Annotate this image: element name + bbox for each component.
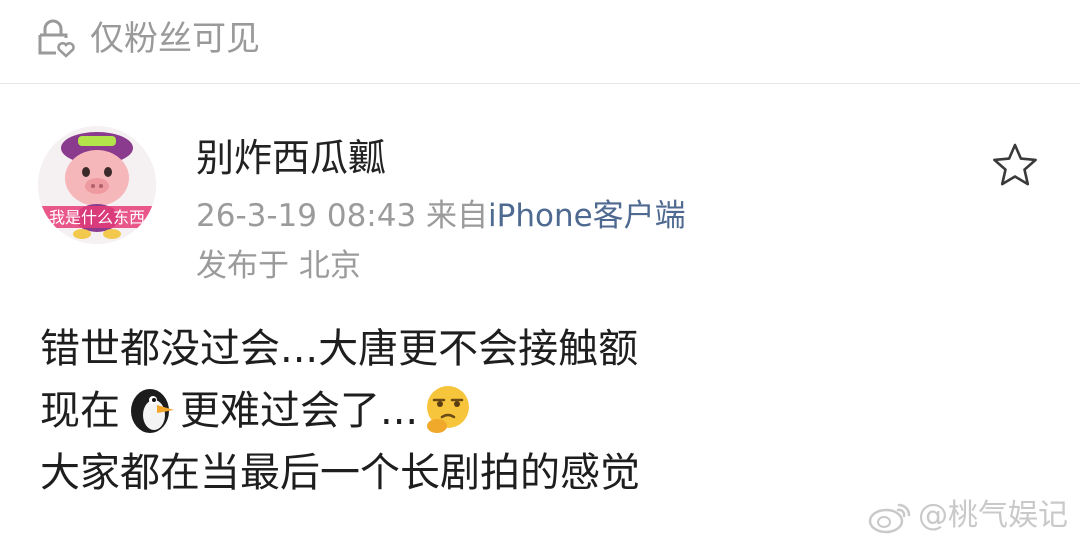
post-line-1: 错世都没过会...大唐更不会接触额 [40,326,639,372]
visibility-bar: 仅粉丝可见 [0,0,1080,84]
post-body: 错世都没过会...大唐更不会接触额 现在 更难过会了... 大家都在当最后一个长… [40,318,640,504]
post-location: 发布于 北京 [196,248,361,284]
post-date: 26-3-19 08:43 [196,198,417,234]
watermark-text: @桃气娱记 [918,498,1068,533]
weibo-logo-icon [868,503,911,533]
visibility-label: 仅粉丝可见 [90,19,260,59]
post-meta: 26-3-19 08:43 来自iPhone客户端 [196,194,686,238]
post-line-2: 现在 更难过会了... [40,380,640,442]
post-line-3: 大家都在当最后一个长剧拍的感觉 [40,450,640,496]
post-line-2-end: 更难过会了... [180,388,419,434]
watermark: @桃气娱记 [866,496,1068,536]
lock-heart-icon [38,19,75,58]
thinking-eyeroll-emoji [427,386,470,433]
penguin-emoji [131,389,174,433]
star-icon[interactable] [990,140,1040,190]
post-line-2-start: 现在 [40,388,120,434]
source-prefix: 来自 [426,198,489,234]
author-name[interactable]: 别炸西瓜瓤 [196,134,386,182]
avatar[interactable]: 我是什么东西 [38,126,156,244]
avatar-caption: 我是什么东西 [49,208,145,227]
source-client-link[interactable]: iPhone客户端 [488,198,686,234]
